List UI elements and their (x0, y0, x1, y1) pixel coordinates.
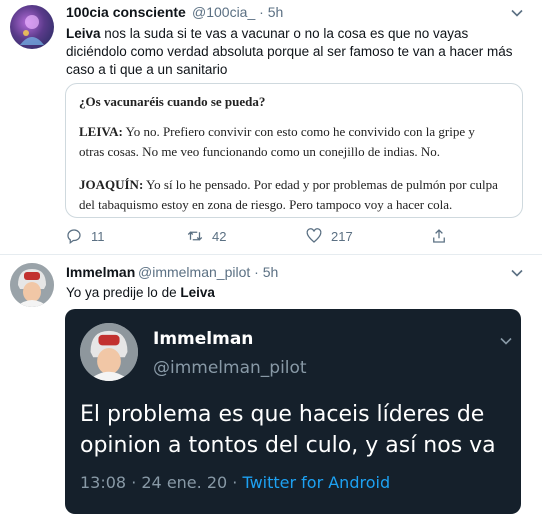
embedded-pilot-helmet-icon (80, 323, 138, 381)
tweet2-text-prefix: Yo ya predije lo de (66, 285, 181, 300)
reply-icon (67, 229, 81, 245)
retweet-button[interactable]: 42 (186, 227, 226, 245)
card-question: ¿Os vacunaréis cuando se pueda? (79, 94, 266, 109)
separator-dot: · (259, 4, 268, 20)
embedded-display-name: Immelman (153, 329, 254, 349)
like-count: 217 (331, 228, 353, 244)
embedded-chevron-down-icon (500, 337, 512, 345)
card-text-leiva: Yo no. Prefiero convivir con esto como h… (79, 124, 475, 159)
embedded-handle: @immelman_pilot (153, 358, 307, 378)
card-speaker-joaquin: JOAQUÍN: (79, 177, 144, 192)
tweet1-handle[interactable]: @100cia_ (192, 4, 255, 20)
tweet2-time[interactable]: 5h (263, 264, 279, 280)
tweet1-handle-time: @100cia_ · 5h (192, 4, 283, 20)
separator-dot: · (254, 264, 263, 280)
tweet1-chevron-down-icon[interactable] (510, 6, 524, 20)
heart-icon (306, 228, 322, 243)
tweet1-text-rest: nos la suda si te vas a vacunar o no la … (66, 26, 513, 77)
embedded-meta: 13:08 · 24 ene. 20 · Twitter for Android (80, 473, 390, 492)
embedded-avatar (80, 323, 138, 381)
embedded-tweet-screenshot[interactable]: Immelman @immelman_pilot El problema es … (65, 309, 521, 514)
tweet1-quote-card[interactable]: ¿Os vacunaréis cuando se pueda? LEIVA: Y… (65, 83, 523, 218)
reply-count: 11 (91, 228, 105, 244)
tweet2-mention-leiva: Leiva (180, 285, 215, 300)
avatar-immelman[interactable] (10, 263, 54, 307)
mention-leiva: Leiva (66, 26, 101, 41)
avatar-figure-icon (20, 15, 44, 45)
card-paragraph-joaquin: JOAQUÍN: Yo sí lo he pensado. Por edad y… (79, 175, 511, 215)
share-icon (433, 229, 445, 243)
share-button[interactable] (430, 227, 456, 245)
card-speaker-leiva: LEIVA: (79, 124, 123, 139)
embedded-tweet-text: El problema es que haceis líderes de opi… (80, 402, 496, 458)
tweet1-text: Leiva nos la suda si te vas a vacunar o … (66, 25, 526, 79)
tweet-divider (0, 254, 542, 255)
tweet2-display-name[interactable]: Immelman (66, 264, 135, 280)
embedded-source: Twitter for Android (242, 473, 391, 492)
tweet2-handle-time: @immelman_pilot · 5h (138, 264, 278, 280)
tweet2-handle[interactable]: @immelman_pilot (138, 264, 250, 280)
avatar-100cia[interactable] (10, 5, 54, 49)
card-paragraph-leiva: LEIVA: Yo no. Prefiero convivir con esto… (79, 122, 499, 162)
tweet1-display-name[interactable]: 100cia consciente (66, 4, 186, 20)
retweet-icon (187, 231, 203, 241)
retweet-count: 42 (212, 228, 227, 244)
tweet1-time[interactable]: 5h (268, 4, 284, 20)
reply-button[interactable]: 11 (65, 227, 105, 245)
tweet2-text: Yo ya predije lo de Leiva (66, 284, 215, 302)
pilot-helmet-icon (10, 263, 54, 307)
embedded-timestamp: 13:08 · 24 ene. 20 · (80, 473, 243, 492)
like-button[interactable]: 217 (305, 227, 353, 245)
tweet2-chevron-down-icon[interactable] (510, 266, 524, 280)
